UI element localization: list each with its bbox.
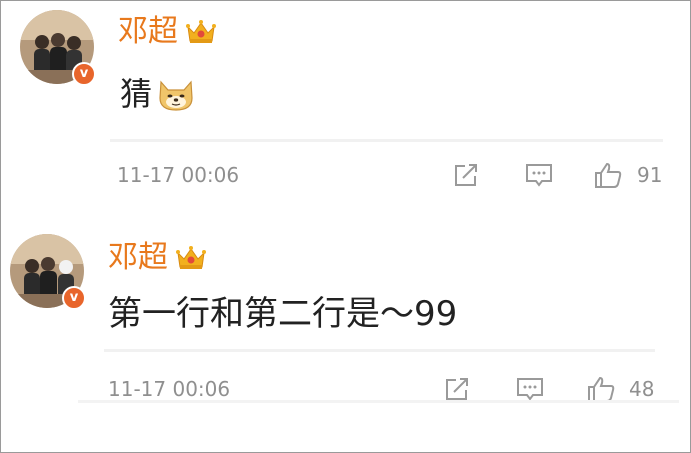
share-button[interactable] [442,375,472,403]
comment-meta: 11-17 00:06 91 [0,155,691,195]
share-button[interactable] [451,161,481,189]
thumbs-up-icon [595,162,622,188]
avatar[interactable]: v [20,10,98,88]
comment-text-body: 猜 [120,75,153,113]
share-icon [455,164,477,186]
comment-icon [517,378,543,401]
comment-text: 第一行和第二行是～99 [108,292,457,336]
share-icon [446,378,468,400]
like-button[interactable] [586,375,616,403]
comment-item: v 邓超 猜 11-17 00:06 91 [0,0,691,215]
crown-icon [186,20,216,43]
divider [104,349,655,352]
divider [78,400,679,403]
timestamp: 11-17 00:06 [108,377,231,401]
verified-badge: v [72,62,96,86]
divider [110,139,663,142]
like-count: 91 [637,163,663,187]
like-button[interactable] [593,161,623,189]
crown-icon [176,246,206,269]
avatar[interactable]: v [10,234,88,312]
comment-text: 猜 [120,72,196,116]
username-row: 邓超 [118,12,216,52]
username[interactable]: 邓超 [118,12,178,52]
comment-item: v 邓超 第一行和第二行是～99 11-17 00:06 48 [0,222,691,453]
verified-badge: v [62,286,86,310]
username-row: 邓超 [108,238,206,278]
doge-icon [159,80,193,111]
comment-text-body: 第一行和第二行是～99 [108,294,458,334]
comment-button[interactable] [524,161,554,189]
comment-icon [526,164,552,187]
timestamp: 11-17 00:06 [117,163,240,187]
username[interactable]: 邓超 [108,238,168,278]
thumbs-up-icon [588,376,615,402]
comment-button[interactable] [515,375,545,403]
like-count: 48 [629,377,655,401]
comment-meta: 11-17 00:06 48 [0,369,691,409]
